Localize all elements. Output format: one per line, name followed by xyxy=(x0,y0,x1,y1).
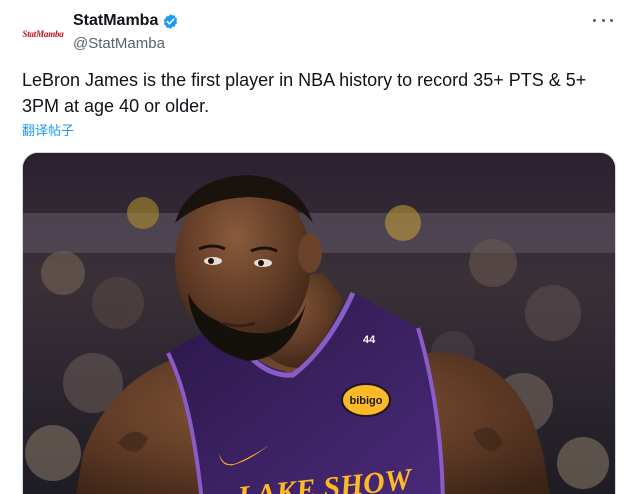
avatar-logo: StatMamba xyxy=(22,29,64,39)
tweet-card: StatMamba StatMamba @StatMamba LeBron Ja… xyxy=(0,0,640,494)
player-photo: 44 bibigo LAKE SHOW xyxy=(23,153,615,494)
user-handle[interactable]: @StatMamba xyxy=(73,35,179,52)
sponsor-patch: bibigo xyxy=(350,395,383,407)
avatar[interactable]: StatMamba xyxy=(22,13,64,55)
translate-post-link[interactable]: 翻译帖子 xyxy=(22,120,74,139)
user-info: StatMamba @StatMamba xyxy=(73,10,179,52)
display-name[interactable]: StatMamba xyxy=(73,12,158,30)
tweet-media-photo[interactable]: 44 bibigo LAKE SHOW xyxy=(22,152,616,494)
verified-badge-icon xyxy=(162,13,179,30)
name-row: StatMamba xyxy=(73,10,179,32)
more-options-icon[interactable] xyxy=(593,13,613,27)
jersey-number: 44 xyxy=(363,334,376,346)
tweet-text: LeBron James is the first player in NBA … xyxy=(22,70,587,116)
